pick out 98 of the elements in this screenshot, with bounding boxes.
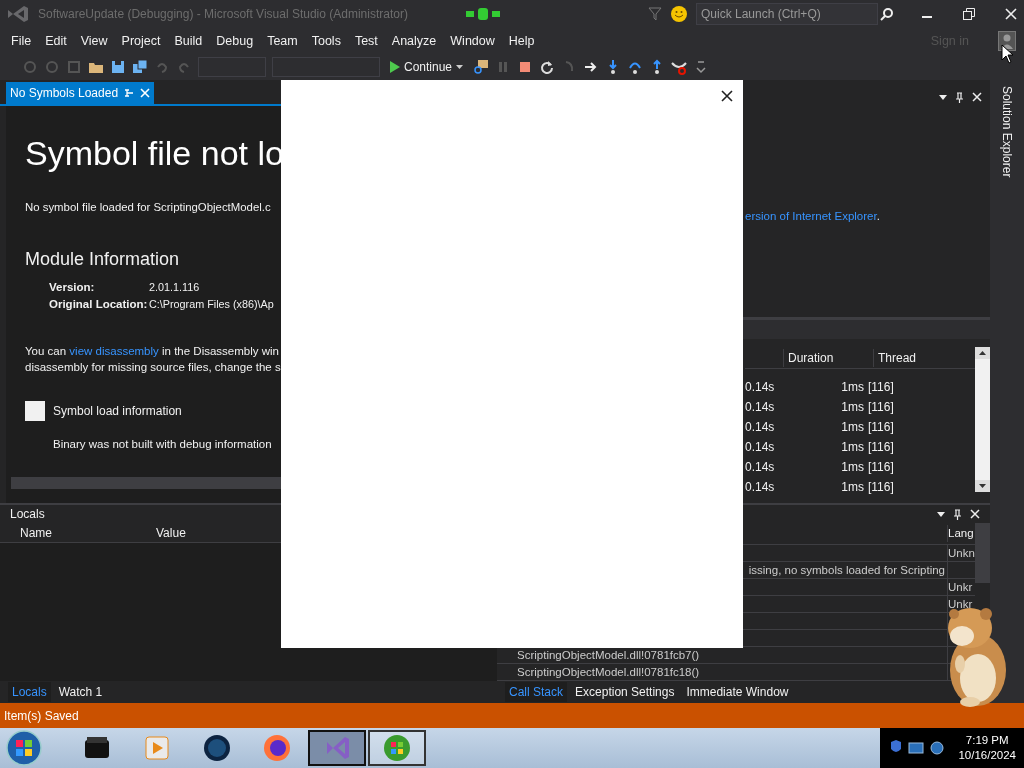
field-label: Version: bbox=[49, 280, 96, 296]
continue-button[interactable]: Continue bbox=[386, 58, 468, 76]
stack-frame: ScriptingObjectModel.dll!0781fc18() bbox=[497, 664, 947, 680]
panel-tab[interactable]: Locals bbox=[8, 682, 51, 702]
restore-icon[interactable] bbox=[962, 7, 976, 21]
table-cell-text: [116] bbox=[868, 439, 895, 457]
table-cell-text: [116] bbox=[868, 479, 895, 497]
firefox-icon bbox=[261, 732, 293, 764]
menu-item[interactable]: Edit bbox=[38, 29, 74, 53]
vs-logo-icon bbox=[6, 4, 30, 24]
menu-item[interactable]: File bbox=[4, 29, 39, 53]
panel-tab[interactable]: Call Stack bbox=[505, 682, 568, 702]
page-heading: Symbol file not lo bbox=[25, 133, 285, 173]
stack-frame: ScriptingObjectModel.dll!0781fcb7() bbox=[497, 647, 947, 663]
close-icon bbox=[721, 90, 733, 102]
table-cell-text: 1ms bbox=[840, 399, 865, 417]
filter-icon bbox=[648, 7, 662, 21]
table-cell-text: 0.14s bbox=[745, 479, 776, 497]
table-cell-text: 1ms bbox=[840, 419, 865, 437]
scroll-down-icon[interactable] bbox=[975, 480, 990, 493]
table-cell-text: 1ms bbox=[840, 379, 865, 397]
menu-item[interactable]: View bbox=[73, 29, 115, 53]
table-cell-text: 0.14s bbox=[745, 379, 776, 397]
table-cell-text: [116] bbox=[868, 399, 895, 417]
vertical-scrollbar[interactable] bbox=[975, 523, 990, 583]
horizontal-scrollbar[interactable] bbox=[11, 477, 281, 489]
menu-item[interactable]: Project bbox=[114, 29, 168, 53]
expander-button[interactable] bbox=[25, 401, 45, 422]
column-header[interactable]: Duration bbox=[783, 348, 873, 367]
field-label: Original Location: bbox=[49, 297, 149, 313]
search-icon bbox=[880, 7, 894, 21]
window-title: SoftwareUpdate (Debugging) - Microsoft Visual Studio (Administrator) bbox=[38, 6, 408, 23]
close-icon[interactable] bbox=[1004, 7, 1018, 21]
table-cell-text: [116] bbox=[868, 459, 895, 477]
pin-icon[interactable] bbox=[953, 508, 962, 520]
clock-date[interactable]: 10/16/2024 bbox=[958, 748, 1016, 763]
menu-item[interactable]: Build bbox=[167, 29, 210, 53]
account-icon[interactable] bbox=[998, 31, 1016, 51]
taskbar-app[interactable] bbox=[308, 730, 366, 766]
dropdown-icon[interactable] bbox=[937, 511, 945, 517]
table-cell-text: 0.14s bbox=[745, 399, 776, 417]
quick-launch-field[interactable]: Quick Launch (Ctrl+Q) bbox=[696, 3, 878, 25]
save-icon[interactable] bbox=[110, 59, 126, 75]
field-value: C:\Program Files (x86)\Ap bbox=[149, 297, 274, 313]
cursor-icon bbox=[1001, 44, 1015, 64]
browser-version-link[interactable]: ersion of Internet Explorer bbox=[745, 210, 877, 222]
find-icon[interactable] bbox=[473, 59, 490, 75]
field-value: 2.01.1.116 bbox=[149, 280, 200, 296]
network-icon[interactable] bbox=[908, 741, 925, 755]
restart-icon[interactable] bbox=[539, 59, 556, 75]
panel-title: Locals bbox=[9, 506, 46, 523]
status-text: Item(s) Saved bbox=[0, 703, 1024, 728]
close-icon[interactable] bbox=[972, 92, 982, 102]
panel-tab[interactable]: Immediate Window bbox=[682, 682, 793, 702]
menu-item[interactable]: Test bbox=[347, 29, 385, 53]
column-header[interactable]: Thread bbox=[873, 348, 973, 367]
column-header[interactable]: Value bbox=[156, 523, 276, 542]
start-button-icon[interactable] bbox=[4, 730, 44, 766]
menu-item[interactable]: Help bbox=[501, 29, 542, 53]
table-cell-text: 0.14s bbox=[745, 459, 776, 477]
column-header[interactable]: Name bbox=[20, 523, 156, 542]
stack-frame: issing, no symbols loaded for Scripting bbox=[497, 562, 947, 578]
table-cell-text: 0.14s bbox=[745, 439, 776, 457]
view-disassembly-link[interactable]: view disassembly bbox=[69, 345, 159, 358]
table-cell-text: 1ms bbox=[840, 439, 865, 457]
message-text: No symbol file loaded for ScriptingObjectModel.c bbox=[25, 200, 272, 215]
close-button[interactable] bbox=[721, 90, 733, 102]
menu-item[interactable]: Tools bbox=[304, 29, 348, 53]
vertical-scrollbar[interactable] bbox=[975, 347, 990, 493]
menu-item[interactable]: Analyze bbox=[384, 29, 444, 53]
table-cell-text: [116] bbox=[868, 419, 895, 437]
panel-tab[interactable]: Watch 1 bbox=[54, 682, 107, 702]
table-cell-text: 0.14s bbox=[745, 419, 776, 437]
info-text: ersion of Internet Explorer. bbox=[745, 209, 881, 224]
side-tab[interactable]: Solution Explorer bbox=[998, 86, 1016, 178]
play-icon bbox=[390, 61, 400, 73]
smiley-icon bbox=[670, 5, 688, 23]
close-icon[interactable] bbox=[970, 509, 980, 519]
dropdown-icon[interactable] bbox=[939, 94, 947, 100]
clock-time[interactable]: 7:19 PM bbox=[958, 733, 1016, 748]
caret-icon bbox=[456, 65, 464, 69]
scroll-up-icon[interactable] bbox=[975, 347, 990, 360]
windows-icon bbox=[381, 732, 413, 764]
pin-icon[interactable] bbox=[955, 91, 964, 103]
table-cell-text: [116] bbox=[868, 379, 895, 397]
volume-icon[interactable] bbox=[930, 740, 945, 756]
menu-item[interactable]: Team bbox=[260, 29, 305, 53]
menu-item[interactable]: Window bbox=[443, 29, 502, 53]
taskbar-app[interactable] bbox=[368, 730, 426, 766]
menu-item[interactable]: Debug bbox=[209, 29, 261, 53]
table-cell-text: 1ms bbox=[840, 459, 865, 477]
detail-text: Binary was not built with debug information bbox=[53, 437, 273, 453]
globe-icon bbox=[201, 732, 233, 764]
table-cell-text: 1ms bbox=[840, 479, 865, 497]
save-all-icon[interactable] bbox=[132, 59, 148, 75]
panel-tab[interactable]: Exception Settings bbox=[571, 682, 679, 702]
expander-label: Symbol load information bbox=[53, 403, 182, 421]
section-heading: Module Information bbox=[25, 248, 181, 272]
